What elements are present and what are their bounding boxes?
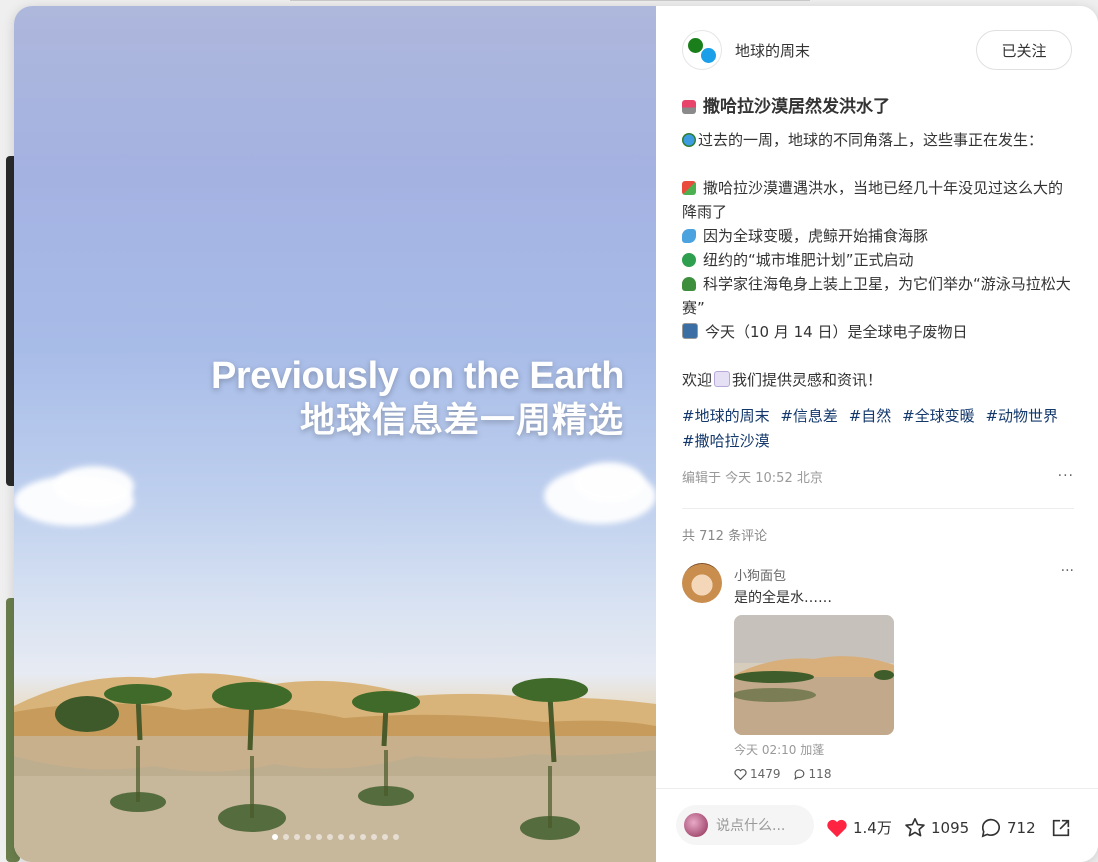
reply-bubble-icon [793,769,804,780]
note-detail-panel: 地球的周末 已关注 撒哈拉沙漠居然发洪水了 过去的一周，地球的不同角落上，这些事… [656,6,1098,862]
note-title: 撒哈拉沙漠居然发洪水了 [682,92,1074,122]
carousel-dot[interactable] [382,834,388,840]
desc-line: 纽约的“城市堆肥计划”正式启动 [682,248,1074,272]
carousel-dot[interactable] [338,834,344,840]
comment-time: 今天 02:10 加蓬 [734,743,825,757]
dolphin-icon [682,229,696,243]
share-icon [1052,819,1070,837]
comment-more-icon[interactable]: ··· [1061,563,1074,579]
recycle-icon [682,253,696,267]
share-button[interactable] [1050,817,1077,839]
comment-stats: 1479 118 [734,767,831,781]
carousel-dot[interactable] [294,834,300,840]
desc-line: 欢迎 我们提供灵感和资讯！ [682,371,883,389]
carousel-dot[interactable] [349,834,355,840]
author-name[interactable]: 地球的周末 [735,40,810,61]
comment-item: 小狗面包 ··· 是的全是水…… 今天 02:10 加蓬 1479 118 [682,563,1074,788]
comment-count-footer: 712 [1007,818,1036,837]
carousel-dot[interactable] [360,834,366,840]
carousel-dot[interactable] [393,834,399,840]
carousel-dot[interactable] [371,834,377,840]
comment-input-placeholder: 说点什么... [716,818,786,834]
edit-time: 编辑于 今天 10:52 北京 [682,470,823,486]
carousel-dot[interactable] [305,834,311,840]
desc-line: 今天（10 月 14 日）是全球电子废物日 [682,320,1074,344]
commenter-avatar[interactable] [682,563,722,603]
note-description: 过去的一周，地球的不同角落上，这些事正在发生： 撒哈拉沙漠遭遇洪水，当地已经几十… [682,128,1074,392]
globe-icon [682,133,696,147]
comment-count: 共 712 条评论 [682,529,768,544]
collect-count: 1095 [931,818,970,837]
comment-text: 是的全是水…… [734,590,832,606]
carousel-dot[interactable] [272,834,278,840]
note-image-carousel[interactable]: Previously on the Earth 地球信息差一周精选 [14,6,656,862]
comment-button[interactable]: 712 [980,817,1036,838]
heart-outline-icon [734,768,747,780]
image-title-zh: 地球信息差一周精选 [299,401,624,441]
heart-filled-icon [827,819,847,837]
tag-list: #地球的周末 #信息差 #自然 #全球变暖 #动物世界 #撒哈拉沙漠 [682,404,1074,454]
tag-link[interactable]: #地球的周末 [682,407,770,425]
mailbox-icon [682,100,696,114]
image-title-en: Previously on the Earth [211,355,624,397]
comment-bubble-icon [981,818,1001,838]
follow-button[interactable]: 已关注 [976,30,1072,70]
turtle-icon [682,277,696,291]
puzzle-icon [682,181,696,195]
divider [682,508,1074,509]
author-avatar[interactable] [682,30,722,70]
commenter-name[interactable]: 小狗面包 [734,565,786,584]
comment-image[interactable] [734,615,894,735]
tag-link[interactable]: #全球变暖 [902,407,975,425]
note-title-text: 撒哈拉沙漠居然发洪水了 [703,97,890,117]
desc-line: 撒哈拉沙漠遭遇洪水，当地已经几十年没见过这么大的降雨了 [682,179,1064,221]
current-user-avatar [684,813,708,837]
engagement-bar: 说点什么... 1.4万 1095 712 [656,788,1098,862]
carousel-dot[interactable] [283,834,289,840]
tag-link[interactable]: #信息差 [780,407,838,425]
desc-line: 科学家往海龟身上装上卫星，为它们举办“游泳马拉松大赛” [682,275,1071,317]
desc-line: 因为全球变暖，虎鲸开始捕食海豚 [682,224,1074,248]
tag-link[interactable]: #动物世界 [985,407,1058,425]
desc-blank-line [682,344,1074,368]
tag-link[interactable]: #自然 [849,407,892,425]
collect-button[interactable]: 1095 [904,817,969,838]
image-headline: Previously on the Earth 地球信息差一周精选 [211,354,624,444]
carousel-dot[interactable] [316,834,322,840]
star-outline-icon [905,818,925,837]
more-options-icon[interactable]: ··· [1058,468,1074,484]
note-content-scroll[interactable]: 撒哈拉沙漠居然发洪水了 过去的一周，地球的不同角落上，这些事正在发生： 撒哈拉沙… [682,92,1074,788]
carousel-dot[interactable] [327,834,333,840]
note-detail-modal: Previously on the Earth 地球信息差一周精选 地球的周末 … [14,6,1098,862]
tag-link[interactable]: #撒哈拉沙漠 [682,432,770,450]
desc-line: 过去的一周，地球的不同角落上，这些事正在发生： [682,128,1074,152]
comment-reply-button[interactable]: 118 [793,767,831,781]
note-meta: 编辑于 今天 10:52 北京 ··· [682,464,1074,488]
laptop-icon [682,323,698,339]
envelope-icon [714,371,731,387]
carousel-indicator [272,834,399,840]
comment-input[interactable]: 说点什么... [676,805,814,845]
desc-blank-line [682,152,1074,176]
like-count: 1.4万 [853,819,892,837]
comment-like-button[interactable]: 1479 [734,767,781,781]
like-button[interactable]: 1.4万 [826,817,892,838]
author-info[interactable]: 地球的周末 [682,30,810,70]
